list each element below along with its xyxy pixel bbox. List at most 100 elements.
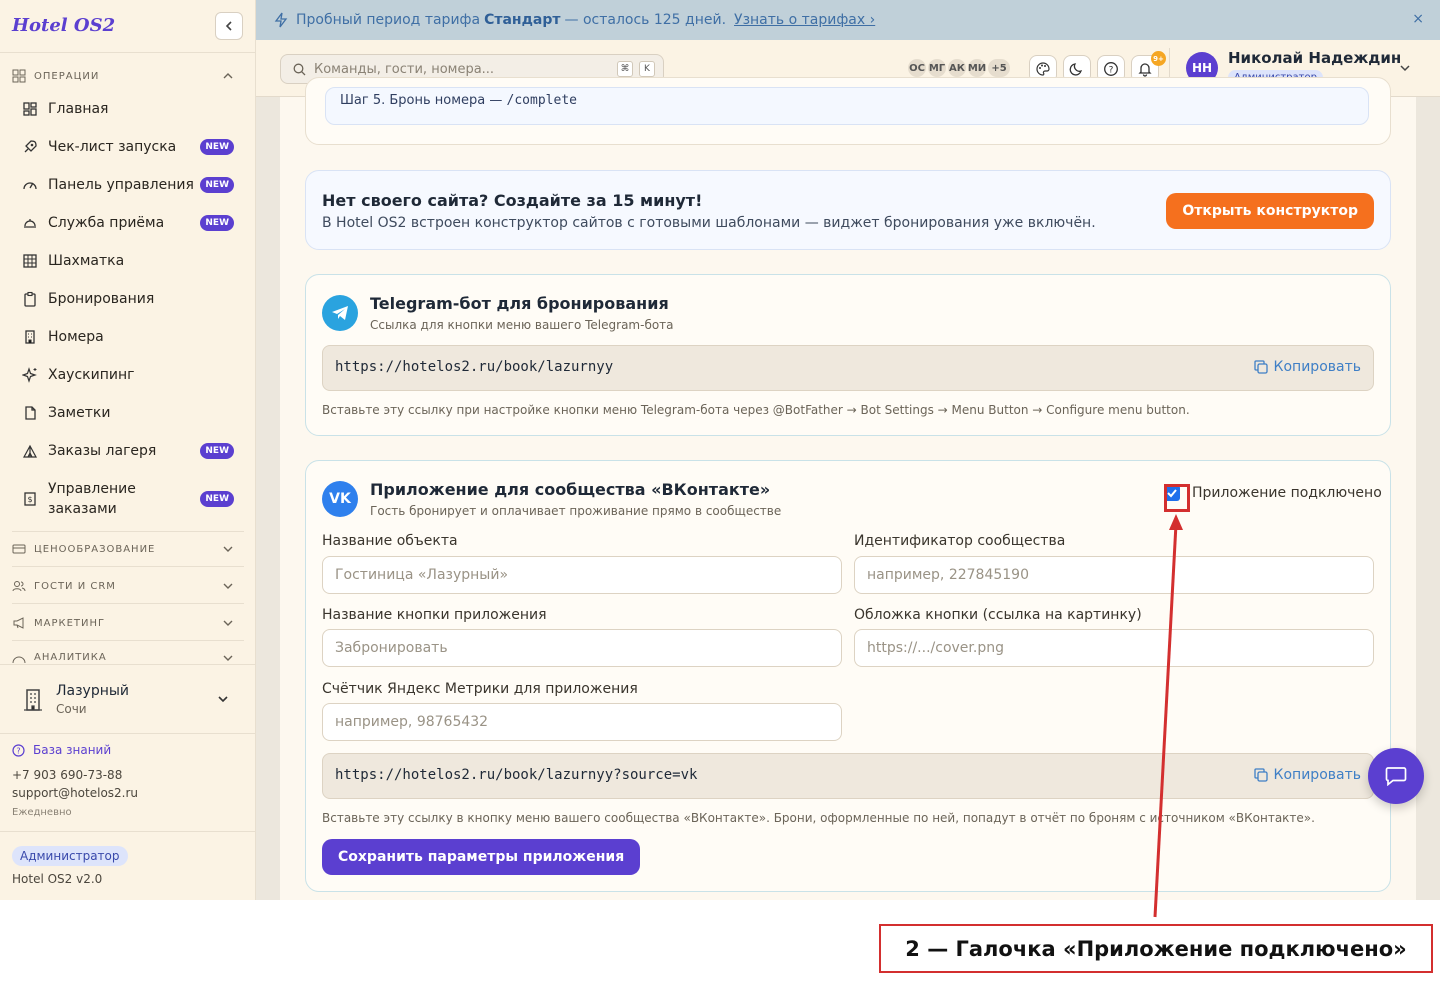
promo-description: В Hotel OS2 встроен конструктор сайтов с… (322, 215, 1096, 231)
button-name-input[interactable] (322, 629, 842, 667)
vk-icon: VK (322, 481, 358, 517)
open-builder-button[interactable]: Открыть конструктор (1166, 193, 1374, 229)
button-cover-label: Обложка кнопки (ссылка на картинку) (854, 607, 1142, 623)
object-name-label: Название объекта (322, 533, 458, 549)
sidebar-item-label: Чек-лист запуска (48, 139, 177, 155)
app-connected-toggle[interactable]: Приложение подключено (1164, 485, 1382, 501)
kbd-k: K (639, 61, 655, 77)
chevron-down-icon (223, 583, 233, 589)
moon-icon (1069, 63, 1082, 76)
avatar: ОС (906, 57, 928, 79)
bell-concierge-icon (20, 213, 40, 233)
chevron-down-icon[interactable] (1399, 62, 1411, 74)
divider (12, 640, 244, 641)
table-grid-icon (20, 251, 40, 271)
divider (12, 603, 244, 604)
vk-subtitle: Гость бронирует и оплачивает проживание … (370, 504, 782, 518)
support-phone[interactable]: +7 903 690-73-88 (12, 768, 122, 782)
sidebar-item-housekeeping[interactable]: Хаускипинг (12, 357, 244, 393)
sidebar-item-label: Бронирования (48, 291, 155, 307)
user-name[interactable]: Николай Надеждин (1228, 49, 1401, 67)
metrika-input[interactable] (322, 703, 842, 741)
close-banner-button[interactable]: × (1412, 11, 1424, 27)
avatar: МИ (966, 57, 988, 79)
sidebar-item-camp-orders[interactable]: Заказы лагеря NEW (12, 433, 244, 469)
brand-logo: Hotel OS2 (12, 15, 116, 36)
role-badge: Администратор (12, 846, 128, 866)
banner-plan: Стандарт (484, 12, 561, 28)
sidebar-item-label: Номера (48, 329, 104, 345)
sidebar-item-launch-checklist[interactable]: Чек-лист запуска NEW (12, 129, 244, 165)
step-prefix: Шаг 5. Бронь номера — (340, 93, 507, 108)
building-icon (20, 327, 40, 347)
sidebar-item-label: Заметки (48, 405, 111, 421)
sidebar-item-rooms[interactable]: Номера (12, 319, 244, 355)
chevron-down-icon (223, 655, 233, 661)
sidebar-item-front-desk[interactable]: Служба приёма NEW (12, 205, 244, 241)
online-users[interactable]: ОС МГ АК МИ +5 (906, 57, 1012, 79)
vk-title: Приложение для сообщества «ВКонтакте» (370, 480, 771, 499)
section-label: Гости и CRM (34, 580, 116, 592)
app-version: Hotel OS2 v2.0 (12, 872, 103, 886)
trial-banner: Пробный период тарифа Стандарт — осталос… (256, 0, 1440, 40)
step-code: /complete (506, 93, 577, 108)
new-badge: NEW (200, 215, 234, 231)
sidebar: Hotel OS2 Операции Главная Чек-лист запу… (0, 0, 256, 900)
sidebar-item-order-management[interactable]: $ Управление заказами NEW (12, 471, 244, 527)
sidebar-item-bookings[interactable]: Бронирования (12, 281, 244, 317)
chat-button[interactable] (1368, 748, 1424, 804)
object-name-input[interactable] (322, 556, 842, 594)
dashboard-icon (20, 99, 40, 119)
support-email[interactable]: support@hotelos2.ru (12, 786, 138, 800)
annotation-label: 2 — Галочка «Приложение подключено» (879, 924, 1433, 973)
promo-title: Нет своего сайта? Создайте за 15 минут! (322, 191, 703, 210)
collapse-sidebar-button[interactable] (215, 12, 243, 40)
chevron-down-icon (218, 696, 228, 703)
sidebar-item-label: Заказы лагеря (48, 443, 157, 459)
svg-text:$: $ (27, 495, 32, 504)
chevron-left-icon (225, 21, 232, 31)
step-box: Шаг 5. Бронь номера — /complete (325, 87, 1369, 125)
sidebar-item-home[interactable]: Главная (12, 91, 244, 127)
divider (0, 664, 256, 665)
new-badge: NEW (200, 177, 234, 193)
section-pricing[interactable]: Ценообразование (12, 540, 244, 558)
section-operations[interactable]: Операции (12, 67, 244, 85)
sidebar-item-label: Шахматка (48, 253, 125, 269)
sidebar-item-control-panel[interactable]: Панель управления NEW (12, 167, 244, 203)
divider (12, 531, 244, 532)
knowledge-base-label: База знаний (33, 743, 112, 757)
sidebar-item-label: Служба приёма (48, 215, 165, 231)
section-analytics[interactable]: Аналитика (12, 651, 244, 663)
hotel-city: Сочи (56, 702, 87, 716)
divider (0, 831, 256, 832)
new-badge: NEW (200, 491, 234, 507)
copy-icon (1253, 360, 1268, 374)
vk-url: https://hotelos2.ru/book/lazurnyy?source… (335, 767, 698, 783)
svg-text:?: ? (1109, 66, 1114, 76)
knowledge-base-link[interactable]: ? База знаний (12, 743, 111, 757)
community-id-input[interactable] (854, 556, 1374, 594)
telegram-title: Telegram-бот для бронирования (370, 294, 669, 313)
grid-icon (12, 69, 26, 83)
sidebar-item-notes[interactable]: Заметки (12, 395, 244, 431)
app-connected-label: Приложение подключено (1192, 485, 1382, 501)
section-marketing[interactable]: Маркетинг (12, 614, 244, 632)
metrika-label: Счётчик Яндекс Метрики для приложения (322, 681, 638, 697)
kbd-cmd: ⌘ (617, 61, 633, 77)
save-app-settings-button[interactable]: Сохранить параметры приложения (322, 839, 641, 875)
section-guests-crm[interactable]: Гости и CRM (12, 577, 244, 595)
copy-vk-url-button[interactable]: Копировать (1253, 767, 1361, 783)
divider (12, 566, 244, 567)
receipt-dollar-icon: $ (20, 489, 40, 509)
site-builder-promo: Нет своего сайта? Создайте за 15 минут! … (305, 170, 1391, 250)
hotel-name: Лазурный (56, 683, 130, 699)
hotel-switcher[interactable]: Лазурный Сочи (12, 680, 244, 720)
vk-url-box: https://hotelos2.ru/book/lazurnyy?source… (322, 753, 1374, 799)
copy-telegram-url-button[interactable]: Копировать (1253, 359, 1361, 375)
sidebar-item-chessboard[interactable]: Шахматка (12, 243, 244, 279)
plans-link[interactable]: Узнать о тарифах › (734, 12, 875, 28)
svg-text:?: ? (16, 746, 20, 755)
avatar-more: +5 (986, 57, 1012, 79)
button-cover-input[interactable] (854, 629, 1374, 667)
